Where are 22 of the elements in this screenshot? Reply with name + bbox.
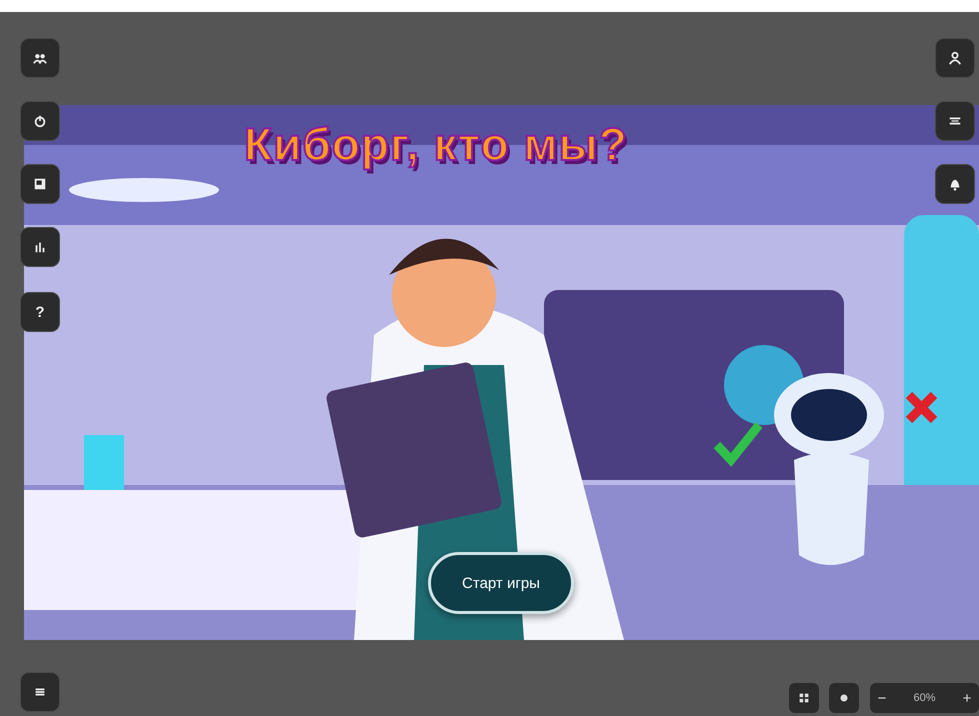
bar-chart-icon xyxy=(33,240,47,254)
toolbar-button[interactable] xyxy=(20,164,60,204)
zoom-in-button[interactable]: + xyxy=(955,690,979,706)
help-button[interactable]: ? xyxy=(20,292,60,332)
user-icon xyxy=(948,51,962,65)
toolbar-button[interactable] xyxy=(935,164,975,204)
zoom-out-button[interactable]: − xyxy=(870,690,894,706)
fullscreen-button[interactable] xyxy=(789,683,819,713)
power-icon xyxy=(33,114,47,128)
toolbar-button[interactable] xyxy=(935,101,975,141)
zoom-level: 60% xyxy=(912,692,937,704)
game-title: Киборг, кто мы? xyxy=(244,117,628,171)
toolbar-button[interactable] xyxy=(20,101,60,141)
bell-icon xyxy=(948,177,962,191)
toolbar-button[interactable] xyxy=(20,38,60,78)
start-game-button[interactable]: Старт игры xyxy=(428,552,574,614)
grid-icon xyxy=(797,691,811,705)
people-icon xyxy=(33,51,47,65)
toolbar-button[interactable] xyxy=(935,38,975,78)
toolbar-button[interactable] xyxy=(20,227,60,267)
record-button[interactable] xyxy=(829,683,859,713)
menu-button[interactable] xyxy=(20,672,60,712)
